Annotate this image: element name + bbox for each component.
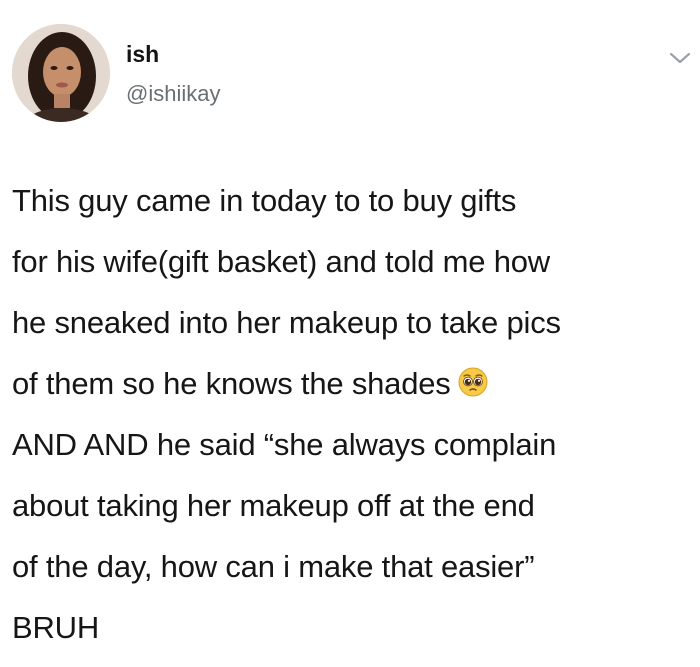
tweet-line: AND AND he said “she always complain	[12, 427, 557, 462]
tweet-text: This guy came in today to to buy gifts f…	[12, 170, 696, 658]
tweet-line: for his wife(gift basket) and told me ho…	[12, 244, 550, 279]
pleading-face-icon	[457, 357, 489, 397]
tweet-line: This guy came in today to to buy gifts	[12, 183, 517, 218]
avatar-photo	[12, 24, 110, 122]
display-name[interactable]: ish	[126, 40, 159, 68]
tweet-line: BRUH	[12, 610, 100, 645]
tweet-line: he sneaked into her makeup to take pics	[12, 305, 561, 340]
avatar[interactable]	[12, 24, 110, 122]
tweet-line: about taking her makeup off at the end	[12, 488, 535, 523]
tweet-card: ish @ishiikay This guy came in today to …	[0, 0, 700, 667]
tweet-line: of them so he knows the shades	[12, 353, 696, 414]
tweet-line: of the day, how can i make that easier”	[12, 549, 535, 584]
user-handle[interactable]: @ishiikay	[126, 81, 220, 107]
chevron-down-icon[interactable]	[668, 50, 692, 66]
